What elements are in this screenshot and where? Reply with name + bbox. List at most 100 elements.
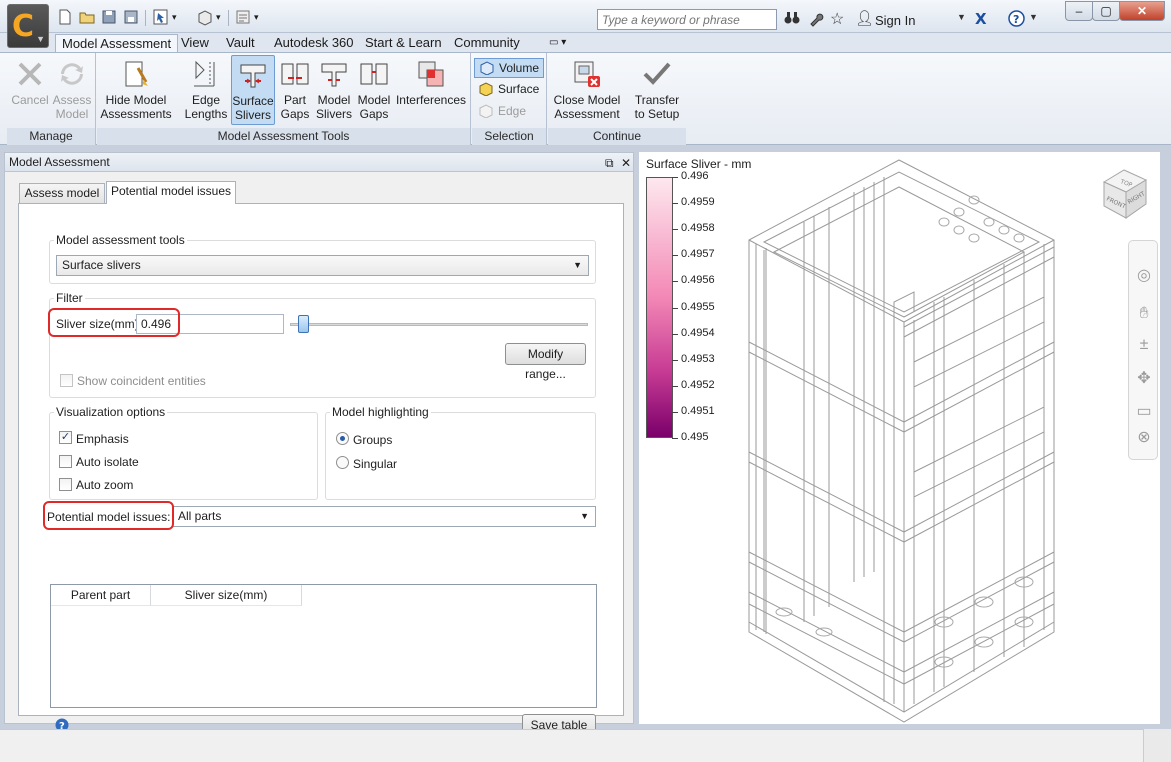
emphasis-checkbox[interactable]: ✓ [59,431,72,444]
edge-label-2: Lengths [184,107,228,121]
chevron-down-icon[interactable]: ▼ [1029,12,1038,22]
panel-selection: Volume Surface Edge Selection [472,53,547,145]
cabinet-wireframe-model[interactable] [744,152,1064,724]
close-panel-icon[interactable]: ✕ [621,154,631,172]
graphics-viewport[interactable]: Surface Sliver - mm 0.496 0.4959 0.4958 0.4… [639,152,1160,724]
binoculars-icon[interactable] [784,11,800,29]
save-as-icon[interactable] [122,8,140,26]
edge-lengths-button[interactable]: Edge Lengths [184,55,228,125]
toolbar-separator [228,10,229,26]
status-bar [0,729,1171,762]
select-edge-button[interactable]: Edge [474,102,544,122]
legend-value: 0.4955 [681,300,715,313]
select-volume-button[interactable]: Volume [474,58,544,78]
sliver-slider-track[interactable] [290,323,588,326]
issues-table: Parent part Sliver size(mm) [50,584,597,708]
star-icon[interactable]: ☆ [830,9,844,29]
visualization-options-group: Visualization options ✓ Emphasis Auto is… [49,405,318,500]
assessment-tool-select[interactable]: Surface slivers ▼ [56,255,589,276]
minimize-button[interactable]: – [1065,1,1093,21]
hide-model-assessments-button[interactable]: Hide Model Assessments [100,55,172,125]
assess-model-button[interactable]: Assess Model [52,55,92,125]
chevron-down-icon[interactable]: ▾ [172,8,190,26]
viewcube[interactable]: TOP FRONT RIGHT [1094,162,1154,224]
chevron-down-icon: ▼ [36,34,45,44]
close-model-assessment-button[interactable]: Close Model Assessment [550,55,624,125]
surface-slivers-button[interactable]: Surface Slivers [231,55,275,125]
model-gaps-button[interactable]: Model Gaps [355,55,393,125]
show-coincident-checkbox[interactable] [60,374,73,387]
help-icon[interactable]: ? [1008,10,1025,31]
surface-slivers-label-1: Surface [232,94,274,108]
zoom-icon[interactable]: ± [1133,334,1155,356]
model-highlighting-group: Model highlighting Groups Singular [325,405,596,500]
ribbon: Cancel Assess Model Manage Hide Model As… [0,52,1171,145]
tab-model-assessment[interactable]: Model Assessment [55,34,179,53]
select-surface-button[interactable]: Surface [474,80,544,100]
singular-radio[interactable] [336,456,349,469]
save-icon[interactable] [100,8,118,26]
sign-in-link[interactable]: Sign In [875,13,915,28]
volume-label: Volume [499,61,540,75]
chevron-down-icon: ▼ [580,511,589,521]
modify-range-button[interactable]: Modify range... [505,343,586,381]
sliver-slider-thumb[interactable] [298,315,310,333]
issues-part-filter-select[interactable]: All parts ▼ [172,506,596,527]
new-file-icon[interactable] [56,8,74,26]
legend-tick [672,411,678,413]
transfer-to-setup-button[interactable]: Transfer to Setup [630,55,684,125]
search-box[interactable] [597,9,777,30]
part-gaps-button[interactable]: Part Gaps [277,55,313,125]
properties-icon[interactable] [234,8,252,26]
column-header-sliver-size[interactable]: Sliver size(mm) [151,585,302,606]
box-icon[interactable] [196,8,214,26]
window-resize-grip[interactable] [1143,729,1171,762]
tab-potential-model-issues[interactable]: Potential model issues [106,181,236,204]
legend-tick [672,177,678,178]
open-folder-icon[interactable] [78,8,96,26]
chevron-down-icon[interactable]: ▾ [254,8,272,26]
volume-select-icon [480,61,494,75]
exchange-x-icon[interactable]: X [975,10,987,28]
singular-label: Singular [353,457,398,471]
maximize-button[interactable]: ▢ [1092,1,1120,21]
tab-start-learn[interactable]: Start & Learn [359,34,448,53]
look-at-icon[interactable]: ▭ [1133,401,1155,423]
orbit-icon[interactable]: ✥ [1133,368,1155,390]
close-window-button[interactable]: ✕ [1119,1,1165,21]
wrench-icon[interactable] [808,11,824,31]
assess-label-1: Assess [52,93,92,107]
ribbon-options-icon[interactable]: ▭ ▾ [543,34,572,53]
tab-view[interactable]: View [175,34,215,53]
auto-zoom-checkbox[interactable] [59,478,72,491]
model-assessment-panel: Model Assessment ⧉ ✕ Assess model Potent… [4,152,634,736]
tab-vault[interactable]: Vault [220,34,261,53]
auto-isolate-checkbox[interactable] [59,455,72,468]
search-input[interactable] [602,13,772,27]
groups-radio[interactable] [336,432,349,445]
panel-header: Model Assessment ⧉ ✕ [5,153,633,172]
model-slivers-button[interactable]: Model Slivers [315,55,353,125]
chevron-down-icon[interactable]: ▾ [216,8,234,26]
float-panel-icon[interactable]: ⧉ [605,154,614,172]
issues-part-filter-value: All parts [178,509,222,523]
tab-community[interactable]: Community [448,34,526,53]
legend-tick [672,255,678,257]
cancel-button[interactable]: Cancel [10,55,50,125]
tab-autodesk-360[interactable]: Autodesk 360 [268,34,360,53]
model-slivers-icon [321,63,347,87]
tools-group: Model assessment tools Surface slivers ▼ [49,233,596,284]
show-motion-icon[interactable]: ⊗ [1133,427,1155,449]
interferences-button[interactable]: Interferences [395,55,467,125]
tab-assess-model[interactable]: Assess model [19,183,105,204]
legend-tick [672,229,678,231]
user-icon[interactable]: 👤︎ [855,9,874,27]
steering-wheel-icon[interactable]: ◎ [1133,265,1155,287]
select-arrow-icon[interactable] [152,8,170,26]
column-header-parent-part[interactable]: Parent part [51,585,151,606]
pan-hand-icon[interactable]: ✋︎ [1133,303,1155,325]
model-slivers-label-1: Model [317,93,351,107]
chevron-down-icon[interactable]: ▼ [957,12,966,22]
application-menu-button[interactable]: C ▼ [7,4,49,48]
part-gaps-icon [281,63,309,85]
